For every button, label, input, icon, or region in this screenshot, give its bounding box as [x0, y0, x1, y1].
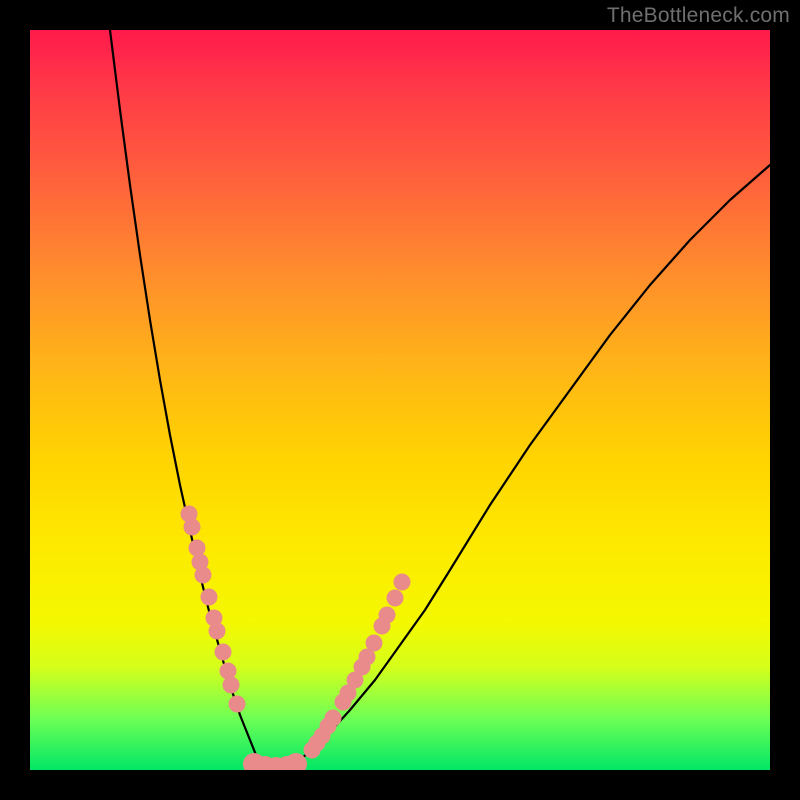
curve-left-curve — [110, 30, 262, 765]
marker-left — [220, 663, 237, 680]
marker-left — [223, 677, 240, 694]
marker-left — [195, 567, 212, 584]
marker-left — [229, 696, 246, 713]
marker-right — [394, 574, 411, 591]
marker-left — [189, 540, 206, 557]
watermark-text: TheBottleneck.com — [607, 4, 790, 28]
marker-right — [387, 590, 404, 607]
plot-area — [30, 30, 770, 770]
chart-frame: TheBottleneck.com — [0, 0, 800, 800]
marker-left — [215, 644, 232, 661]
marker-right — [366, 635, 383, 652]
chart-svg — [30, 30, 770, 770]
marker-right — [379, 607, 396, 624]
marker-left — [201, 589, 218, 606]
marker-left — [184, 519, 201, 536]
marker-left — [209, 623, 226, 640]
marker-right — [325, 710, 342, 727]
